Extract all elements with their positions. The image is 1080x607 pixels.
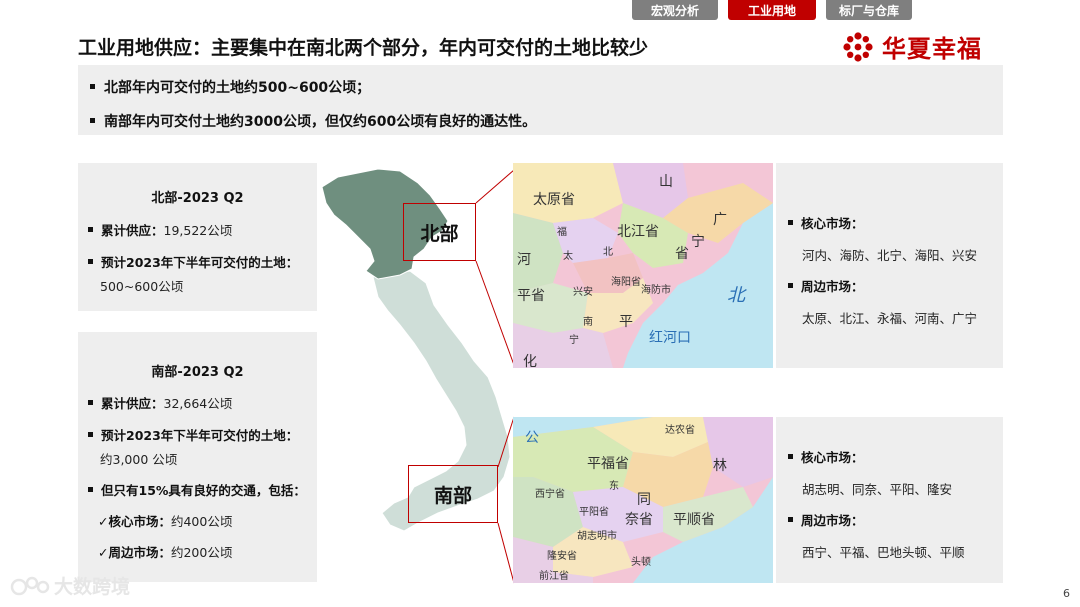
map-place-label: 兴安 (573, 287, 593, 298)
watermark: 大数跨境 (10, 572, 130, 599)
north-core-market-label: 核心市场： (788, 213, 864, 232)
tab-factory-warehouse[interactable]: 标厂与仓库 (826, 0, 912, 20)
map-place-label: 同 (637, 492, 651, 508)
map-place-label: 山 (659, 174, 673, 190)
map-place-label: 河 (517, 252, 531, 268)
north-region-label: 北部 (403, 203, 476, 261)
north-peripheral-market-value: 太原、北江、永福、河南、广宁 (802, 311, 978, 326)
north-deliverable-value: 500~600公顷 (100, 279, 184, 294)
north-peripheral-market-label: 周边市场： (788, 276, 864, 295)
page-title: 工业用地供应：主要集中在南北两个部分，年内可交付的土地比较少 (78, 37, 649, 59)
south-deliverable-label: 预计2023年下半年可交付的土地： (88, 425, 298, 444)
south-region-label: 南部 (408, 465, 498, 523)
south-peripheral-market-label: 周边市场： (788, 510, 864, 529)
map-place-label: 宁 (569, 335, 579, 346)
north-info-panel: 北部-2023 Q2 累计供应：19,522公顷 预计2023年下半年可交付的土… (78, 163, 317, 311)
watermark-icon (10, 576, 50, 595)
logo-text: 华夏幸福 (882, 35, 982, 63)
map-place-label: 北 (727, 285, 745, 306)
map-place-label: 太 (563, 251, 573, 262)
map-place-label: 北 (603, 247, 613, 258)
map-place-label: 平阳省 (579, 507, 609, 518)
map-place-label: 海防市 (641, 285, 671, 296)
summary-line-north: 北部年内可交付的土地约500~600公顷； (90, 77, 370, 97)
map-place-label: 平顺省 (673, 512, 715, 528)
map-place-label: 公 (525, 430, 539, 446)
map-place-label: 省 (675, 246, 689, 262)
summary-box: 北部年内可交付的土地约500~600公顷； 南部年内可交付土地约3000公顷，但… (78, 65, 1003, 135)
map-place-label: 宁 (691, 234, 705, 250)
south-core-market-label: 核心市场： (788, 447, 864, 466)
south-supply: 累计供应：32,664公顷 (88, 393, 232, 412)
south-detail-map: 达农省 平福省 林 同 奈省 平顺省 西宁省 平阳省 胡志明市 隆安省 公 东 … (513, 417, 773, 583)
summary-line-south: 南部年内可交付土地约3000公顷，但仅约600公顷有良好的通达性。 (90, 111, 536, 131)
south-access-label: 但只有15%具有良好的交通，包括： (88, 480, 306, 499)
map-place-label: 太原省 (533, 192, 575, 208)
south-info-panel: 南部-2023 Q2 累计供应：32,664公顷 预计2023年下半年可交付的土… (78, 332, 317, 582)
map-place-label: 达农省 (665, 425, 695, 436)
map-place-label: 南 (583, 317, 593, 328)
map-place-label: 福 (557, 227, 567, 238)
south-panel-title: 南部-2023 Q2 (151, 365, 244, 380)
map-place-label: 化 (523, 354, 537, 368)
south-deliverable-value: 约3,000 公顷 (100, 452, 178, 467)
map-place-label: 东 (609, 481, 619, 492)
map-place-label: 平省 (517, 288, 545, 304)
south-peripheral-market-value: 西宁、平福、巴地头顿、平顺 (802, 545, 965, 560)
north-detail-map: 太原省 山 北江省 广 宁 省 河 平省 海阳省 海防市 北 红河口 化 平 福… (513, 163, 773, 368)
map-place-label: 奈省 (625, 512, 653, 528)
map-place-label: 广 (713, 212, 727, 228)
north-market-panel: 核心市场： 河内、海防、北宁、海阳、兴安 周边市场： 太原、北江、永福、河南、广… (776, 163, 1003, 368)
page-number: 6 (1063, 587, 1070, 600)
map-place-label: 头顿 (631, 557, 651, 568)
map-place-label: 前江省 (539, 571, 569, 582)
south-core-market: ✓核心市场：约400公顷 (98, 514, 233, 529)
map-place-label: 胡志明市 (577, 531, 617, 542)
map-place-label: 海阳省 (611, 277, 641, 288)
map-place-label: 平 (619, 314, 633, 330)
south-market-panel: 核心市场： 胡志明、同奈、平阳、隆安 周边市场： 西宁、平福、巴地头顿、平顺 (776, 417, 1003, 583)
map-place-label: 北江省 (617, 224, 659, 240)
north-supply: 累计供应：19,522公顷 (88, 220, 232, 239)
flower-logo-icon (843, 31, 873, 62)
tab-industrial-land[interactable]: 工业用地 (728, 0, 816, 20)
company-logo: 华夏幸福 (842, 29, 982, 64)
map-place-label: 西宁省 (535, 489, 565, 500)
north-deliverable-label: 预计2023年下半年可交付的土地： (88, 252, 298, 271)
south-peripheral-market: ✓周边市场：约200公顷 (98, 545, 233, 560)
north-core-market-value: 河内、海防、北宁、海阳、兴安 (802, 248, 978, 263)
map-place-label: 平福省 (587, 456, 629, 472)
north-panel-title: 北部-2023 Q2 (151, 191, 244, 206)
tab-macro-analysis[interactable]: 宏观分析 (632, 0, 718, 20)
map-place-label: 林 (713, 458, 727, 474)
south-core-market-value: 胡志明、同奈、平阳、隆安 (802, 482, 953, 497)
map-place-label: 红河口 (649, 330, 691, 346)
map-place-label: 隆安省 (547, 551, 577, 562)
